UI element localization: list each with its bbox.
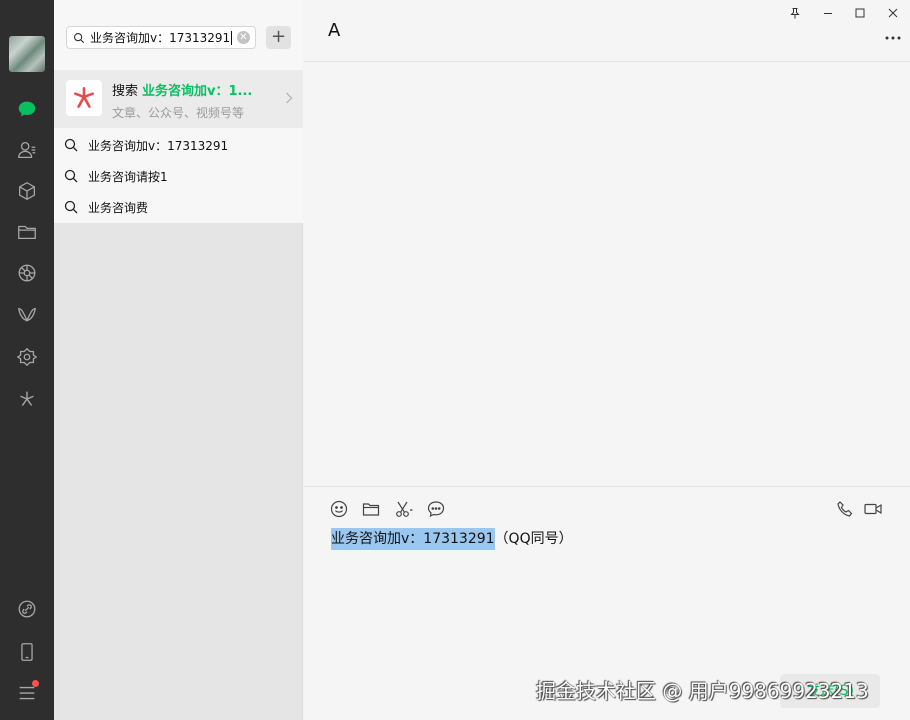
suggestion-item[interactable]: 业务咨询加v：17313291	[54, 130, 303, 160]
suggestion-text: 业务咨询加v：17313291	[88, 138, 229, 153]
search-icon	[73, 32, 85, 43]
channels-icon[interactable]	[15, 303, 39, 327]
voice-call-icon[interactable]	[835, 499, 855, 519]
chevron-right-icon	[286, 92, 293, 104]
add-button[interactable]: +	[266, 26, 291, 49]
avatar[interactable]	[9, 36, 45, 72]
message-area	[304, 62, 910, 486]
selected-text: 业务咨询加v：17313291	[331, 528, 495, 550]
search-panel: 业务咨询加v：17313291 ✕ + 搜索 业务咨询加v：1... 文章、公众号…	[54, 0, 303, 720]
search-icon	[64, 138, 78, 152]
pin-button[interactable]	[785, 4, 805, 22]
folder-icon[interactable]	[361, 499, 381, 519]
search-results: 搜索 业务咨询加v：1... 文章、公众号、视频号等 业务咨询加v：1731329…	[54, 62, 303, 223]
search-card-title: 搜索 业务咨询加v：1...	[112, 84, 253, 99]
search-card-keyword: 业务咨询加v：1...	[142, 84, 253, 99]
search-bar-area: 业务咨询加v：17313291 ✕ +	[54, 0, 303, 62]
favorites-box-icon[interactable]	[15, 179, 39, 203]
menu-icon[interactable]	[15, 680, 39, 705]
contacts-icon[interactable]	[15, 138, 39, 162]
moments-icon[interactable]	[15, 261, 39, 285]
minimize-icon	[824, 13, 832, 14]
close-icon	[888, 8, 898, 18]
chat-header: A	[304, 0, 910, 62]
phone-icon[interactable]	[15, 640, 39, 664]
maximize-button[interactable]	[850, 4, 870, 22]
suggestion-item[interactable]: 业务咨询费	[54, 192, 303, 222]
minimize-button[interactable]	[818, 4, 838, 22]
left-sidebar	[0, 0, 54, 720]
chat-history-icon[interactable]	[426, 499, 446, 519]
search-input[interactable]: 业务咨询加v：17313291 ✕	[66, 26, 256, 49]
input-text-rest: （QQ同号）	[494, 531, 573, 547]
input-area: 业务咨询加v：17313291（QQ同号） 发送(S) 掘金技术社区 @ 用户9…	[304, 486, 910, 720]
close-button[interactable]	[883, 4, 903, 22]
search-card-subtitle: 文章、公众号、视频号等	[112, 106, 245, 120]
more-options-icon[interactable]	[884, 30, 902, 46]
link-icon[interactable]	[15, 597, 39, 621]
clear-search-button[interactable]: ✕	[237, 31, 250, 44]
search-input-value: 业务咨询加v：17313291	[90, 31, 231, 45]
notification-dot	[32, 680, 39, 687]
search-logo-icon	[66, 80, 102, 116]
mini-programs-icon[interactable]	[15, 345, 39, 369]
maximize-icon	[855, 8, 865, 18]
video-call-icon[interactable]	[863, 499, 883, 519]
emoji-icon[interactable]	[329, 499, 349, 519]
suggestion-text: 业务咨询费	[88, 200, 149, 215]
message-input[interactable]: 业务咨询加v：17313291（QQ同号）	[331, 528, 573, 550]
suggestion-text: 业务咨询请按1	[88, 169, 168, 184]
search-star-icon[interactable]	[15, 387, 39, 411]
screenshot-scissors-icon[interactable]	[394, 499, 414, 519]
search-icon	[64, 169, 78, 183]
search-icon	[64, 200, 78, 214]
chat-icon[interactable]	[15, 97, 39, 121]
chat-title: A	[328, 20, 341, 41]
send-button[interactable]: 发送(S)	[780, 674, 880, 708]
search-network-card[interactable]: 搜索 业务咨询加v：1... 文章、公众号、视频号等	[54, 70, 303, 128]
text-caret	[231, 30, 233, 45]
chat-window: A 业务咨询加v：17313291（QQ同号） 发送(S) 掘金技术社区 @ 用…	[304, 0, 910, 720]
suggestion-item[interactable]: 业务咨询请按1	[54, 161, 303, 191]
pin-icon	[790, 8, 800, 19]
folder-icon[interactable]	[15, 220, 39, 244]
